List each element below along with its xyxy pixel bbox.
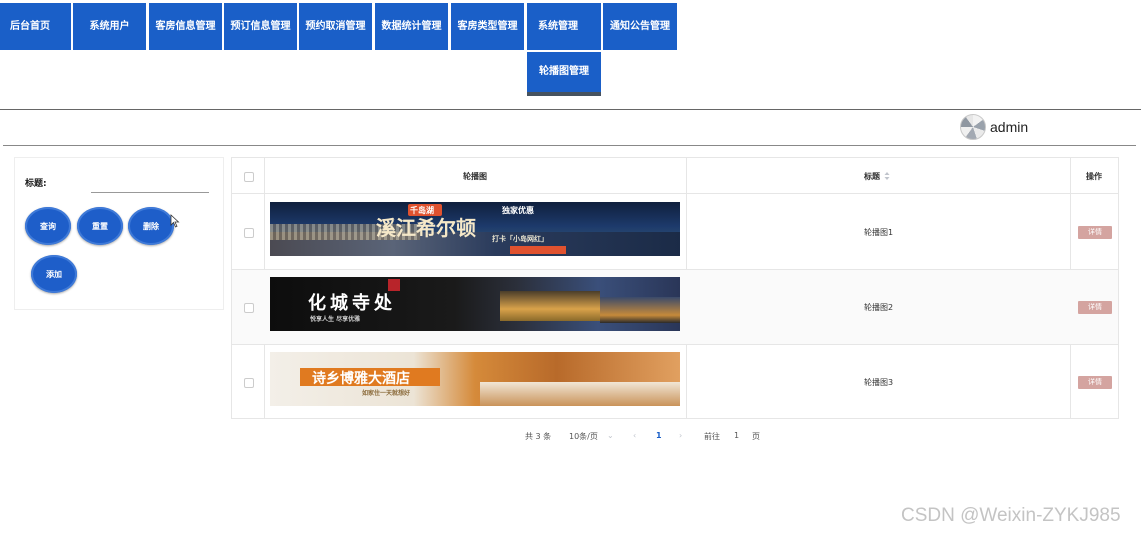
row-checkbox[interactable]	[244, 303, 254, 313]
mouse-cursor-icon	[170, 214, 180, 228]
carousel-image: 诗乡博雅大酒店 如家住一天就想好	[270, 352, 680, 406]
row-checkbox[interactable]	[244, 228, 254, 238]
content-divider	[3, 145, 1136, 146]
detail-button[interactable]: 详情	[1078, 376, 1112, 389]
title-label: 标题:	[25, 179, 47, 189]
title-search-input[interactable]	[91, 178, 209, 193]
reset-button[interactable]: 重置	[77, 207, 123, 245]
user-info[interactable]: admin	[960, 114, 1028, 140]
pagination-total: 共 3 条	[525, 432, 552, 441]
avatar-icon	[960, 114, 986, 140]
nav-item-home[interactable]: 后台首页	[0, 3, 71, 50]
page-suffix: 页	[752, 432, 760, 441]
header-image: 轮播图	[463, 172, 487, 181]
nav-item-rooms[interactable]: 客房信息管理	[149, 3, 222, 50]
row-checkbox[interactable]	[244, 378, 254, 388]
query-button[interactable]: 查询	[25, 207, 71, 245]
row-title: 轮播图3	[864, 378, 894, 387]
carousel-image: 化城寺处 悦享人生 尽享优雅	[270, 277, 680, 331]
carousel-table: 轮播图 标题 操作 千岛湖 溪江希尔顿 独家优惠 打卡「小岛网红」 轮播图1 详…	[231, 157, 1119, 419]
page-size-select[interactable]: 10条/页	[569, 431, 598, 442]
detail-button[interactable]: 详情	[1078, 301, 1112, 314]
next-page-icon[interactable]: ›	[679, 431, 682, 440]
search-panel: 标题: 查询 重置 删除 添加	[14, 157, 224, 310]
username: admin	[990, 119, 1029, 135]
nav-item-users[interactable]: 系统用户	[73, 3, 146, 50]
watermark: CSDN @Weixin-ZYKJ985	[901, 505, 1121, 526]
current-page[interactable]: 1	[656, 431, 662, 440]
nav-item-notices[interactable]: 通知公告管理	[603, 3, 677, 50]
banner-text: 打卡「小岛网红」	[492, 234, 548, 243]
nav-item-bookings[interactable]: 预订信息管理	[224, 3, 297, 50]
banner-text: 悦享人生 尽享优雅	[310, 316, 361, 323]
prev-page-icon[interactable]: ‹	[633, 431, 636, 440]
row-divider	[232, 193, 1118, 194]
header-divider	[0, 109, 1141, 110]
banner-text: 诗乡博雅大酒店	[312, 371, 410, 387]
nav-item-cancellations[interactable]: 预约取消管理	[299, 3, 372, 50]
detail-button[interactable]: 详情	[1078, 226, 1112, 239]
sort-icon[interactable]	[884, 171, 890, 181]
nav-item-room-types[interactable]: 客房类型管理	[451, 3, 524, 50]
banner-text: 溪江希尔顿	[376, 216, 476, 240]
banner-text: 如家住一天就想好	[362, 390, 411, 397]
add-button[interactable]: 添加	[31, 255, 77, 293]
header-action: 操作	[1086, 172, 1102, 181]
submenu-item-carousel[interactable]: 轮播图管理	[527, 52, 601, 96]
goto-page-input[interactable]: 1	[734, 431, 739, 440]
header-title[interactable]: 标题	[864, 171, 880, 182]
goto-label: 前往	[704, 432, 720, 441]
row-title: 轮播图2	[864, 303, 894, 312]
chevron-down-icon[interactable]: ⌄	[607, 431, 614, 440]
carousel-image: 千岛湖 溪江希尔顿 独家优惠 打卡「小岛网红」	[270, 202, 680, 256]
banner-text: 化城寺处	[308, 293, 396, 314]
nav-item-statistics[interactable]: 数据统计管理	[375, 3, 448, 50]
banner-text: 独家优惠	[502, 205, 534, 215]
select-all-checkbox[interactable]	[244, 172, 254, 182]
row-title: 轮播图1	[864, 228, 894, 237]
delete-button[interactable]: 删除	[128, 207, 174, 245]
nav-item-system[interactable]: 系统管理	[527, 3, 601, 50]
row-divider	[232, 344, 1118, 345]
